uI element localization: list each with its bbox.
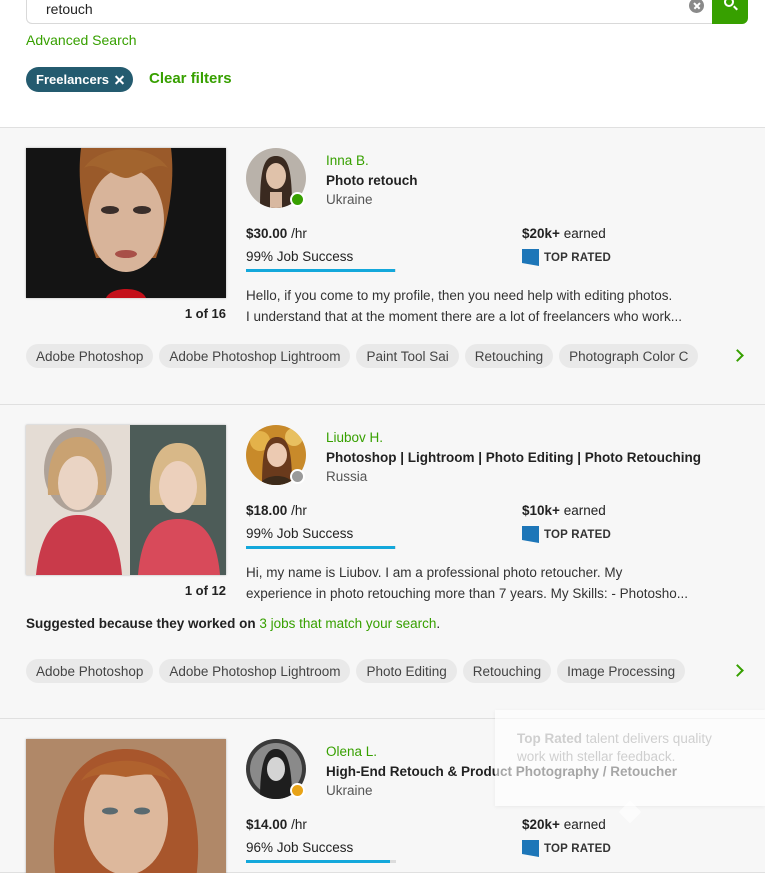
top-rated-badge[interactable]: TOP RATED [522,249,611,266]
portfolio-count: 1 of 16 [184,306,226,321]
earned-value: $20k+ [522,226,560,241]
chevron-right-icon[interactable] [733,665,745,677]
suggestion-suffix: . [436,616,441,631]
top-rated-icon [522,840,539,857]
skill-tag[interactable]: Paint Tool Sai [356,344,459,368]
badge-label: TOP RATED [544,528,611,541]
freelancer-description: Hello, if you come to my profile, then y… [246,285,751,327]
advanced-search-link[interactable]: Advanced Search [26,32,137,48]
job-success: 96% Job Success [246,840,354,855]
top-rated-badge[interactable]: TOP RATED [522,840,611,857]
earned-label: earned [563,226,606,241]
portfolio-image[interactable] [26,425,226,575]
rate-unit: /hr [291,226,307,241]
portfolio-image[interactable] [26,148,226,298]
hourly-rate: $18.00 /hr [246,503,307,518]
filter-chip-freelancers[interactable]: Freelancers [26,67,133,92]
job-success-bar [246,860,396,863]
job-success: 99% Job Success [246,526,354,541]
tooltip-bold: Top Rated [517,731,582,746]
total-earned: $20k+ earned [522,226,606,241]
earned-value: $20k+ [522,817,560,832]
earned-label: earned [563,817,606,832]
search-icon [724,0,734,7]
skill-tag[interactable]: Photo Editing [356,659,457,683]
badge-label: TOP RATED [544,251,611,264]
skill-tag[interactable]: Adobe Photoshop [26,659,154,683]
description-line: Hi, my name is Liubov. I am a profession… [246,565,623,580]
description-line: I understand that at the moment there ar… [246,309,682,324]
skill-tag[interactable]: Photograph Color C [559,344,699,368]
freelancer-card[interactable]: 1 of 12 Liubov H. Photoshop | Lightroom … [0,406,765,719]
filter-chip-label: Freelancers [36,72,109,87]
total-earned: $10k+ earned [522,503,606,518]
job-success-bar [246,546,396,549]
portfolio-count: 1 of 12 [184,583,226,598]
skill-tag[interactable]: Adobe Photoshop [26,344,154,368]
portrait-photo-icon [26,739,226,873]
offline-status-icon [290,469,305,484]
hourly-rate: $14.00 /hr [246,817,307,832]
job-success-fill [246,546,395,549]
portrait-photo-icon [26,425,226,575]
skills-list: Adobe Photoshop Adobe Photoshop Lightroo… [26,344,718,368]
skill-tag[interactable]: Image Processing [557,659,686,683]
hourly-rate: $30.00 /hr [246,226,307,241]
search-box [26,0,712,24]
rate-value: $30.00 [246,226,288,241]
online-status-icon [290,192,305,207]
away-status-icon [290,783,305,798]
search-header: Advanced Search Freelancers Clear filter… [0,0,765,128]
freelancer-title: Photoshop | Lightroom | Photo Editing | … [326,450,702,465]
rate-unit: /hr [291,503,307,518]
rate-value: $18.00 [246,503,288,518]
rate-value: $14.00 [246,817,288,832]
freelancer-country: Ukraine [326,192,373,207]
earned-value: $10k+ [522,503,560,518]
freelancer-description: Hi, my name is Liubov. I am a profession… [246,562,751,604]
chevron-right-icon[interactable] [733,350,745,362]
freelancer-name[interactable]: Inna B. [326,153,369,168]
search-input[interactable] [46,0,666,19]
freelancer-country: Russia [326,469,368,484]
top-rated-icon [522,249,539,266]
clear-search-icon[interactable] [689,0,704,13]
top-rated-tooltip: Top Rated talent delivers quality work w… [495,710,765,806]
matching-jobs-link[interactable]: 3 jobs that match your search [259,616,436,631]
skill-tag[interactable]: Retouching [464,344,554,368]
close-icon[interactable] [114,74,125,85]
job-success-fill [246,269,395,272]
skills-list: Adobe Photoshop Adobe Photoshop Lightroo… [26,659,718,683]
suggestion-prefix: Suggested because they worked on [26,616,256,631]
clear-filters-link[interactable]: Clear filters [149,70,232,87]
earned-label: earned [563,503,606,518]
freelancer-title: Photo retouch [326,173,418,188]
description-line: experience in photo retouching more than… [246,586,688,601]
job-success-fill [246,860,390,863]
badge-label: TOP RATED [544,842,611,855]
freelancer-name[interactable]: Olena L. [326,744,377,759]
freelancer-card[interactable]: 1 of 16 Inna B. Photo retouch Ukraine $3… [0,129,765,405]
freelancer-name[interactable]: Liubov H. [326,430,383,445]
portrait-photo-icon [26,148,226,298]
skill-tag[interactable]: Adobe Photoshop Lightroom [159,659,351,683]
description-line: Hello, if you come to my profile, then y… [246,288,673,303]
job-success-bar [246,269,396,272]
total-earned: $20k+ earned [522,817,606,832]
top-rated-icon [522,526,539,543]
freelancer-country: Ukraine [326,783,373,798]
search-button[interactable] [712,0,748,24]
rate-unit: /hr [291,817,307,832]
skill-tag[interactable]: Adobe Photoshop Lightroom [159,344,351,368]
portfolio-image[interactable] [26,739,226,873]
top-rated-badge[interactable]: TOP RATED [522,526,611,543]
job-success: 99% Job Success [246,249,354,264]
skill-tag[interactable]: Retouching [462,659,552,683]
suggestion-note: Suggested because they worked on 3 jobs … [26,616,440,631]
